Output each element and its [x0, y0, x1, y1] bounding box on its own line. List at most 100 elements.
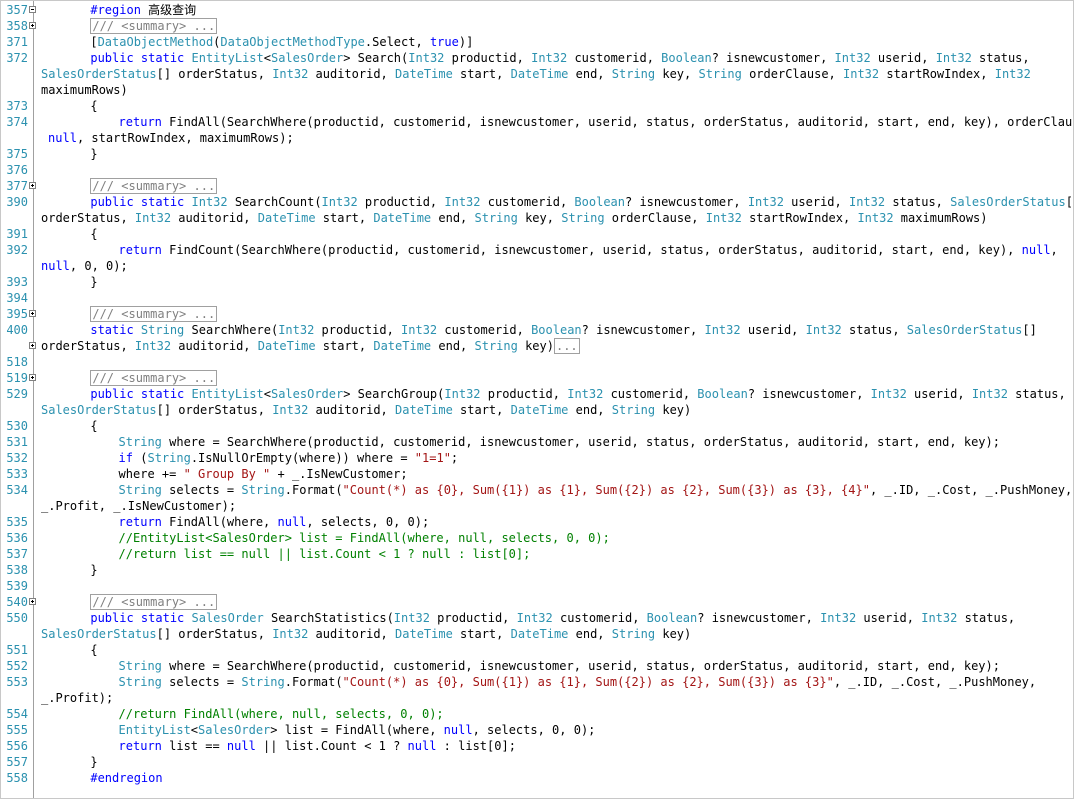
code-token: customerid,: [603, 387, 698, 401]
code-line-continuation[interactable]: SalesOrderStatus[] orderStatus, Int32 au…: [1, 402, 1073, 418]
code-token: [] orderStatus,: [156, 627, 273, 641]
code-line[interactable]: 533 where += " Group By " + _.IsNewCustom…: [1, 466, 1073, 482]
code-line-continuation[interactable]: SalesOrderStatus[] orderStatus, Int32 au…: [1, 626, 1073, 642]
code-line[interactable]: 539: [1, 578, 1073, 594]
code-line[interactable]: 391 {: [1, 226, 1073, 242]
code-line[interactable]: 376: [1, 162, 1073, 178]
keyword-token: public static: [90, 611, 192, 625]
code-line[interactable]: 555 EntityList<SalesOrder> list = FindAll…: [1, 722, 1073, 738]
code-line[interactable]: 553 String selects = String.Format("Count…: [1, 674, 1073, 690]
collapsed-summary-block[interactable]: /// <summary> ...: [90, 18, 218, 34]
keyword-token: true: [429, 35, 459, 49]
code-line[interactable]: 558 #endregion: [1, 770, 1073, 786]
code-line[interactable]: 537 //return list == null || list.Count <…: [1, 546, 1073, 562]
code-line[interactable]: 519 /// <summary> ...: [1, 370, 1073, 386]
code-line-continuation[interactable]: null, 0, 0);: [1, 258, 1073, 274]
code-text: }: [90, 146, 97, 162]
code-line[interactable]: 550 public static SalesOrder SearchStatis…: [1, 610, 1073, 626]
line-number: 530: [6, 419, 28, 433]
code-token: end,: [431, 339, 475, 353]
type-token: Int32: [805, 323, 842, 337]
code-line-continuation[interactable]: _.Profit);: [1, 690, 1073, 706]
keyword-token: null: [41, 259, 70, 273]
code-line-continuation[interactable]: maximumRows): [1, 82, 1073, 98]
code-line[interactable]: 392 return FindCount(SearchWhere(producti…: [1, 242, 1073, 258]
code-text: maximumRows): [41, 82, 128, 98]
code-token: + _.IsNewCustomer;: [270, 467, 408, 481]
code-line[interactable]: 377 /// <summary> ...: [1, 178, 1073, 194]
code-line[interactable]: 540 /// <summary> ...: [1, 594, 1073, 610]
code-token: userid,: [906, 387, 972, 401]
type-token: Boolean: [574, 195, 625, 209]
code-line[interactable]: 532 if (String.IsNullOrEmpty(where)) wher…: [1, 450, 1073, 466]
collapsed-body-block[interactable]: ...: [553, 338, 580, 354]
code-token: customerid,: [552, 611, 647, 625]
type-token: Int32: [857, 211, 894, 225]
line-number: 375: [6, 147, 28, 161]
code-token: {: [90, 419, 98, 433]
code-line[interactable]: 394: [1, 290, 1073, 306]
code-line[interactable]: 557}: [1, 754, 1073, 770]
code-token: 高级查询: [140, 3, 197, 17]
code-line-continuation[interactable]: _.Profit, _.IsNewCustomer);: [1, 498, 1073, 514]
keyword-token: static: [90, 323, 141, 337]
code-line[interactable]: 390 public static Int32 SearchCount(Int32…: [1, 194, 1073, 210]
code-line[interactable]: 534 String selects = String.Format("Count…: [1, 482, 1073, 498]
code-line[interactable]: 551 {: [1, 642, 1073, 658]
type-token: Int32: [704, 323, 741, 337]
code-token: where +=: [118, 467, 184, 481]
code-token: []: [1065, 195, 1073, 209]
code-line[interactable]: 538}: [1, 562, 1073, 578]
code-line[interactable]: 375}: [1, 146, 1073, 162]
type-token: Int32: [444, 195, 481, 209]
code-line[interactable]: 529 public static EntityList<SalesOrder> …: [1, 386, 1073, 402]
code-line[interactable]: 554 //return FindAll(where, null, selects…: [1, 706, 1073, 722]
code-line[interactable]: 372 public static EntityList<SalesOrder> …: [1, 50, 1073, 66]
code-line-continuation[interactable]: null, startRowIndex, maximumRows);: [1, 130, 1073, 146]
comment-token: //return list == null || list.Count < 1 …: [118, 547, 531, 561]
code-line[interactable]: 552 String where = SearchWhere(productid,…: [1, 658, 1073, 674]
expand-region-icon[interactable]: [29, 182, 36, 189]
collapsed-summary-block[interactable]: /// <summary> ...: [90, 594, 218, 610]
code-line[interactable]: 357 #region 高级查询: [1, 2, 1073, 18]
keyword-token: null: [277, 515, 307, 529]
collapsed-summary-block[interactable]: /// <summary> ...: [90, 178, 218, 194]
collapsed-summary-block[interactable]: /// <summary> ...: [90, 306, 218, 322]
keyword-token: #endregion: [90, 771, 163, 785]
code-line-continuation[interactable]: orderStatus, Int32 auditorid, DateTime s…: [1, 210, 1073, 226]
code-line[interactable]: 531 String where = SearchWhere(productid,…: [1, 434, 1073, 450]
collapse-region-icon[interactable]: [29, 6, 36, 13]
expand-region-icon[interactable]: [29, 310, 36, 317]
code-line[interactable]: 556 return list == null || list.Count < 1…: [1, 738, 1073, 754]
type-token: DataObjectMethod: [97, 35, 214, 49]
code-line[interactable]: 535 return FindAll(where, null, selects, …: [1, 514, 1073, 530]
code-text: /// <summary> ...: [90, 306, 218, 322]
code-line[interactable]: 530 {: [1, 418, 1073, 434]
code-token: selects =: [161, 483, 242, 497]
type-token: Int32: [921, 611, 958, 625]
code-line-continuation[interactable]: orderStatus, Int32 auditorid, DateTime s…: [1, 338, 1073, 354]
expand-region-icon[interactable]: [29, 598, 36, 605]
code-line[interactable]: 393}: [1, 274, 1073, 290]
code-line-continuation[interactable]: SalesOrderStatus[] orderStatus, Int32 au…: [1, 66, 1073, 82]
expand-region-icon[interactable]: [29, 342, 36, 349]
code-line[interactable]: 518: [1, 354, 1073, 370]
code-line[interactable]: 373 {: [1, 98, 1073, 114]
code-token: ;: [450, 451, 459, 465]
collapsed-summary-block[interactable]: /// <summary> ...: [90, 370, 218, 386]
code-line[interactable]: 358 /// <summary> ...: [1, 18, 1073, 34]
code-token: orderStatus,: [41, 211, 135, 225]
code-line[interactable]: 536 //EntityList<SalesOrder> list = FindA…: [1, 530, 1073, 546]
code-editor[interactable]: 357 #region 高级查询 358/// <summary> ... 371 [D…: [0, 0, 1074, 799]
type-token: Int32: [994, 67, 1031, 81]
expand-region-icon[interactable]: [29, 374, 36, 381]
line-number: 531: [6, 435, 28, 449]
type-token: Int32: [393, 611, 430, 625]
type-token: Int32: [408, 51, 445, 65]
expand-region-icon[interactable]: [29, 22, 36, 29]
code-line[interactable]: 400 static String SearchWhere(Int32 produ…: [1, 322, 1073, 338]
code-line[interactable]: 374 return FindAll(SearchWhere(productid,…: [1, 114, 1073, 130]
code-line[interactable]: 395 /// <summary> ...: [1, 306, 1073, 322]
type-token: SalesOrderStatus: [41, 627, 157, 641]
code-line[interactable]: 371 [DataObjectMethod(DataObjectMethodTyp…: [1, 34, 1073, 50]
